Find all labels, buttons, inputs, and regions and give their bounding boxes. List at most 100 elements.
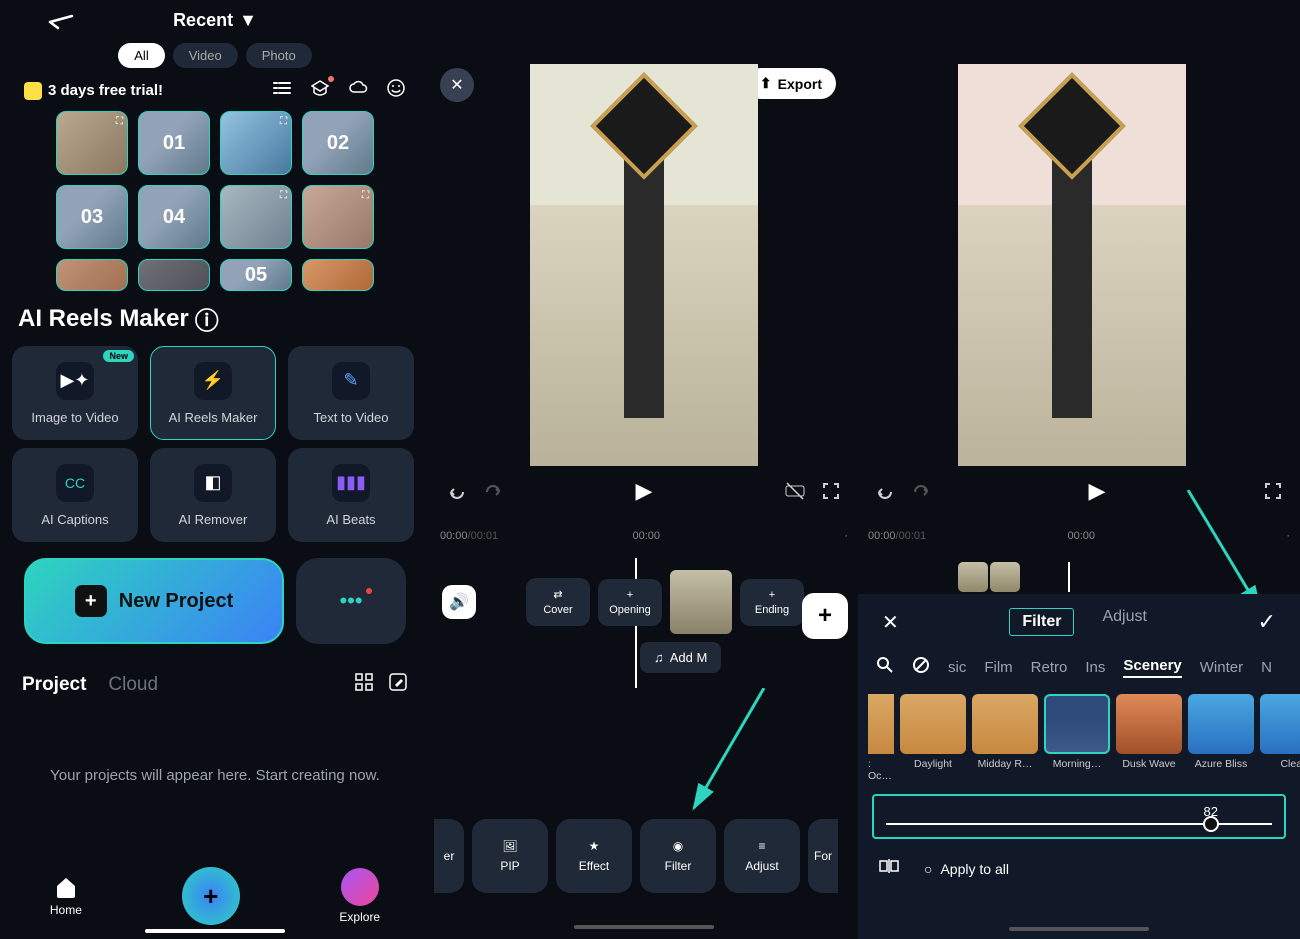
hdr-icon[interactable] [784,480,806,502]
fullscreen-icon[interactable] [820,480,842,502]
filter-thumb-morning[interactable]: Morning… [1044,694,1110,782]
upload-icon: ⬆ [760,75,772,92]
gallery-item[interactable]: ⛶ [220,185,292,249]
ai-text-to-video[interactable]: ✎ Text to Video [288,346,414,440]
tool-partial[interactable]: er [434,819,464,893]
nav-create[interactable]: + [182,867,240,925]
cat-film[interactable]: Film [984,659,1012,676]
tool-effect[interactable]: ★ Effect [556,819,632,893]
filter-thumb[interactable]: : Oc… [868,694,894,782]
ai-reels-maker[interactable]: ⚡ AI Reels Maker [150,346,276,440]
cat-n[interactable]: N [1261,659,1272,676]
fullscreen-icon[interactable] [1262,480,1284,502]
ending-button[interactable]: + Ending [740,579,804,626]
cat-retro[interactable]: Retro [1031,659,1068,676]
smiley-icon[interactable] [386,78,406,103]
apply-all-button[interactable]: ○ Apply to all [924,861,1009,877]
play-button[interactable]: ▶ [636,478,653,504]
ai-image-to-video[interactable]: New ▶✦ Image to Video [12,346,138,440]
intensity-slider[interactable]: 82 [872,794,1286,839]
filter-thumb-azure[interactable]: Azure Bliss [1188,694,1254,782]
filter-thumb-midday[interactable]: Midday R… [972,694,1038,782]
gallery-item[interactable] [138,259,210,291]
ai-captions[interactable]: CC AI Captions [12,448,138,542]
gallery-item[interactable] [302,259,374,291]
time-current: 00:00/00:01 [440,530,498,542]
confirm-button[interactable]: ✓ [1258,609,1276,635]
undo-icon[interactable] [446,480,468,502]
add-clip-button[interactable]: + [802,593,848,639]
edit-icon[interactable] [388,672,408,697]
grid-icon[interactable] [354,672,374,697]
cover-button[interactable]: ⇄ Cover [526,578,590,626]
cloud-tab[interactable]: Cloud [108,674,158,696]
ai-remover[interactable]: ◧ AI Remover [150,448,276,542]
filter-all[interactable]: All [118,43,164,68]
timeline-clip[interactable] [958,562,988,592]
cat-ins[interactable]: Ins [1085,659,1105,676]
undo-icon[interactable] [874,480,896,502]
adjust-tab[interactable]: Adjust [1102,608,1146,636]
chevron-arrow-icon: ⓘ [195,301,219,336]
cat-winter[interactable]: Winter [1200,659,1243,676]
gallery-item[interactable]: ⛶ [220,111,292,175]
gallery-item[interactable]: ⛶ [56,111,128,175]
add-music-button[interactable]: ♫ Add M [640,642,721,673]
timeline-clip[interactable] [670,570,732,634]
gallery-item[interactable]: ⛶ [302,185,374,249]
back-arrow-icon[interactable] [48,14,74,30]
filter-photo[interactable]: Photo [246,43,312,68]
plus-icon: + [627,589,633,601]
list-icon[interactable] [272,78,292,103]
gallery-item[interactable]: 01 [138,111,210,175]
tool-pip[interactable]: 🖼 PIP [472,819,548,893]
filter-tab[interactable]: Filter [1009,608,1074,636]
gallery-item[interactable] [56,259,128,291]
redo-icon[interactable] [910,480,932,502]
trial-badge[interactable]: 3 days free trial! [24,82,163,100]
recent-title: Recent [173,10,233,31]
search-icon[interactable] [876,656,894,678]
play-button[interactable]: ▶ [1089,478,1106,504]
gallery-item[interactable]: 04 [138,185,210,249]
home-indicator [574,925,714,929]
redo-icon[interactable] [482,480,504,502]
gallery-item[interactable]: 05 [220,259,292,291]
compare-icon[interactable] [878,855,900,882]
timeline-clip[interactable] [990,562,1020,592]
ai-reels-heading[interactable]: AI Reels Maker ⓘ [18,301,430,336]
filter-video[interactable]: Video [173,43,238,68]
graduation-icon[interactable] [310,78,330,103]
cat-scenery[interactable]: Scenery [1123,657,1181,678]
recent-dropdown[interactable]: Recent ▼ [173,10,257,31]
filter-thumb-dusk[interactable]: Dusk Wave [1116,694,1182,782]
close-button[interactable]: ✕ [440,68,474,102]
opening-button[interactable]: + Opening [598,579,662,626]
slider-handle[interactable] [1203,816,1219,832]
none-icon[interactable] [912,656,930,678]
nav-explore[interactable]: Explore [339,868,380,924]
tool-adjust[interactable]: ≡ Adjust [724,819,800,893]
export-button[interactable]: ⬆ Export [746,68,836,99]
project-tab[interactable]: Project [22,674,86,696]
close-panel-button[interactable]: ✕ [882,610,899,635]
tool-filter[interactable]: ◉ Filter [640,819,716,893]
gallery-item[interactable]: 03 [56,185,128,249]
nav-home[interactable]: Home [50,875,82,917]
video-preview[interactable] [530,64,758,466]
sound-toggle[interactable]: 🔊 [442,585,476,619]
cloud-icon[interactable] [348,78,368,103]
home-indicator [145,929,285,933]
new-project-button[interactable]: + New Project [24,558,284,644]
new-tag: New [103,350,134,362]
more-button[interactable]: ••• [296,558,406,644]
filter-thumb-daylight[interactable]: Daylight [900,694,966,782]
ai-beats[interactable]: ▮▮▮ AI Beats [288,448,414,542]
playhead[interactable] [1068,562,1070,592]
avatar-icon [341,868,379,906]
filter-thumb-clear[interactable]: Clear [1260,694,1300,782]
gallery-item[interactable]: 02 [302,111,374,175]
cat-sic[interactable]: sic [948,659,966,676]
video-preview[interactable] [958,64,1186,466]
tool-partial[interactable]: For [808,819,838,893]
